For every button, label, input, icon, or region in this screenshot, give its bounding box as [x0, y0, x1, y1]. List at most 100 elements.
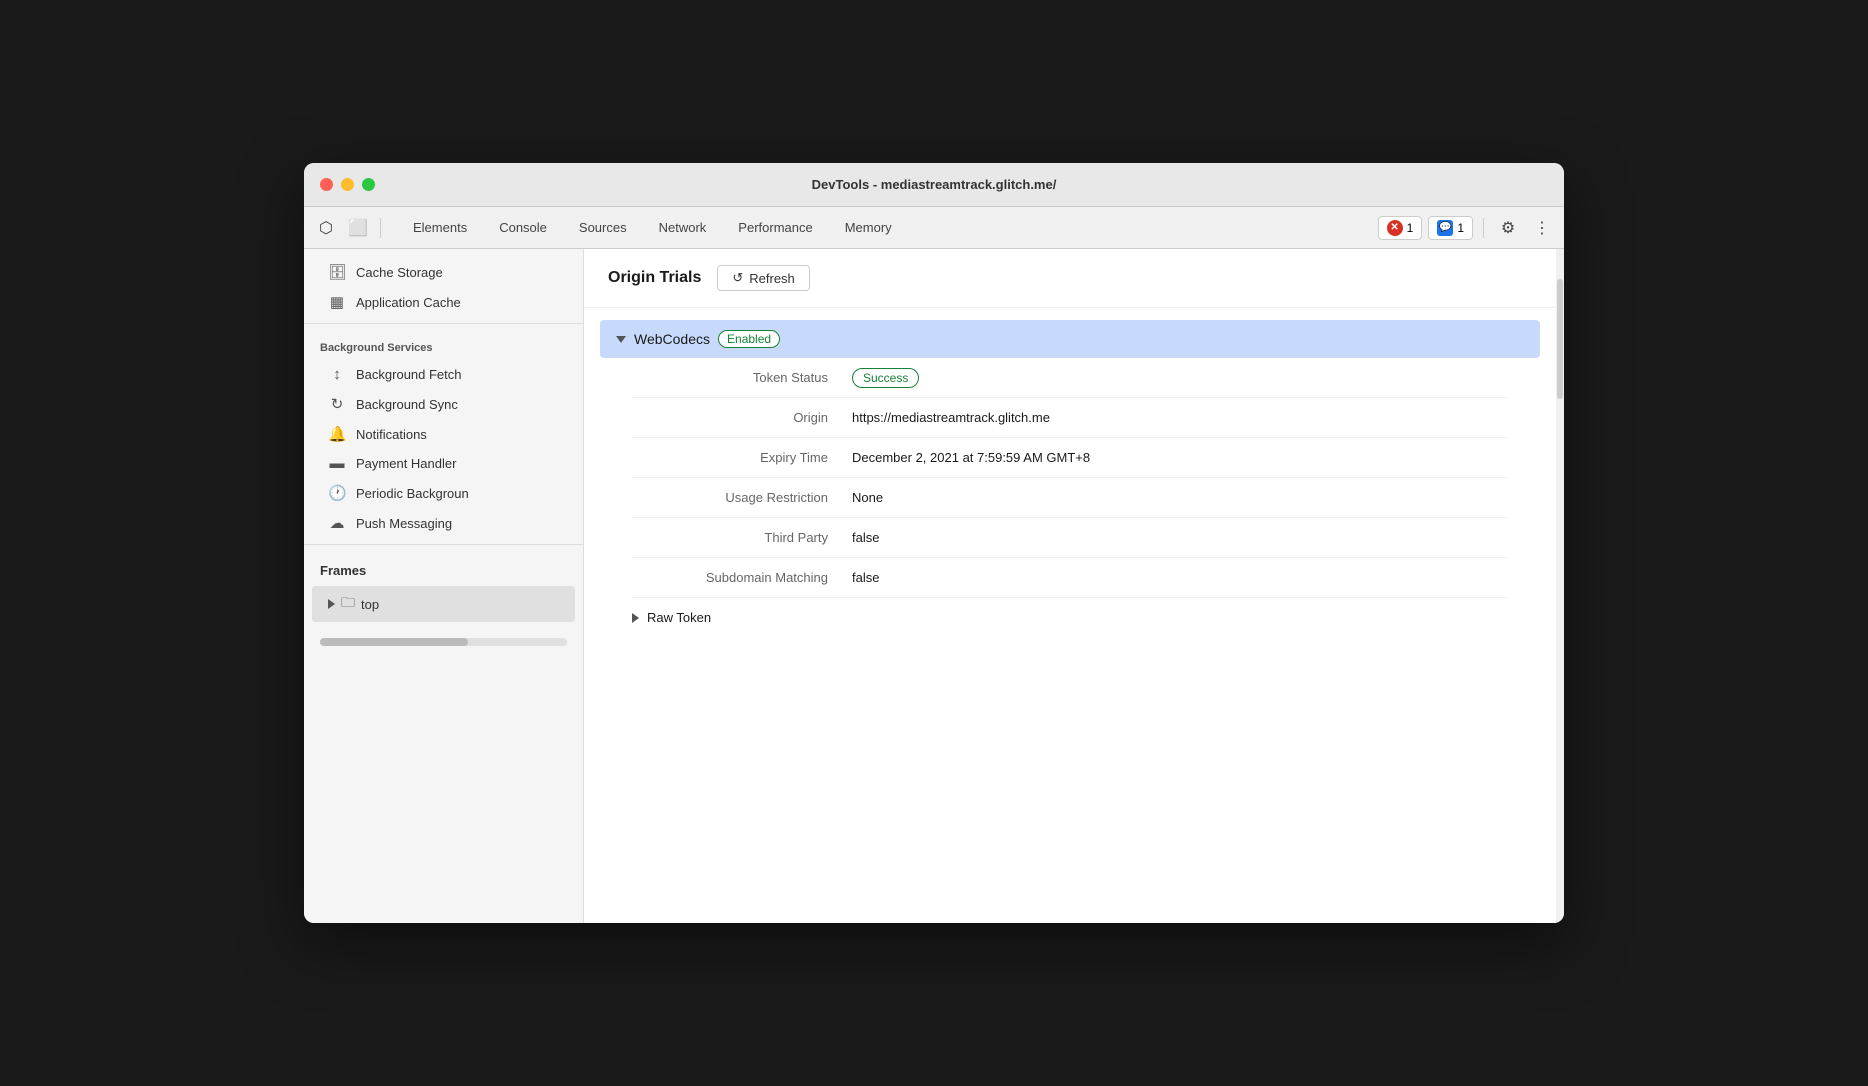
background-services-header: Background Services — [304, 330, 583, 360]
tab-sources[interactable]: Sources — [563, 214, 643, 241]
sidebar-scrollbar[interactable] — [320, 638, 567, 646]
more-icon[interactable]: ⋮ — [1528, 214, 1556, 242]
refresh-label: Refresh — [749, 271, 795, 286]
trial-row[interactable]: WebCodecs Enabled — [600, 320, 1540, 358]
cursor-icon[interactable]: ⬡ — [312, 214, 340, 242]
origin-key: Origin — [632, 410, 852, 425]
subdomain-matching-key: Subdomain Matching — [632, 570, 852, 585]
info-icon: 💬 — [1437, 220, 1453, 236]
sidebar-scrollbar-thumb — [320, 638, 468, 646]
info-count: 1 — [1457, 221, 1464, 235]
sidebar-label-top: top — [361, 597, 379, 612]
raw-token-row[interactable]: Raw Token — [632, 598, 1508, 637]
sidebar-item-notifications[interactable]: 🔔 Notifications — [304, 419, 583, 449]
detail-row-expiry-time: Expiry Time December 2, 2021 at 7:59:59 … — [632, 438, 1508, 478]
settings-icon[interactable]: ⚙ — [1494, 214, 1522, 242]
minimize-button[interactable] — [341, 178, 354, 191]
panel-header: Origin Trials ↺ Refresh — [584, 249, 1556, 308]
traffic-lights — [320, 178, 375, 191]
trial-name: WebCodecs — [634, 331, 710, 347]
detail-row-origin: Origin https://mediastreamtrack.glitch.m… — [632, 398, 1508, 438]
sidebar-label-cache-storage: Cache Storage — [356, 265, 443, 280]
enabled-badge: Enabled — [718, 330, 780, 348]
panel-scrollbar-thumb — [1557, 279, 1563, 399]
third-party-value: false — [852, 530, 879, 545]
error-badge-button[interactable]: ✕ 1 — [1378, 216, 1423, 240]
background-fetch-icon: ↕ — [328, 366, 346, 383]
tab-elements[interactable]: Elements — [397, 214, 483, 241]
detail-row-subdomain-matching: Subdomain Matching false — [632, 558, 1508, 598]
sidebar-item-cache-storage[interactable]: 🗄 Cache Storage — [304, 257, 583, 287]
expiry-time-value: December 2, 2021 at 7:59:59 AM GMT+8 — [852, 450, 1090, 465]
sidebar-item-push-messaging[interactable]: ☁ Push Messaging — [304, 508, 583, 538]
tab-console[interactable]: Console — [483, 214, 563, 241]
success-badge: Success — [852, 368, 919, 388]
sidebar-item-top[interactable]: 🗀 top — [312, 586, 575, 622]
usage-restriction-key: Usage Restriction — [632, 490, 852, 505]
sidebar-divider-2 — [304, 544, 583, 545]
trial-section: WebCodecs Enabled Token Status Success O… — [600, 320, 1540, 653]
refresh-button[interactable]: ↺ Refresh — [717, 265, 809, 291]
subdomain-matching-value: false — [852, 570, 879, 585]
third-party-key: Third Party — [632, 530, 852, 545]
origin-value: https://mediastreamtrack.glitch.me — [852, 410, 1050, 425]
tab-performance[interactable]: Performance — [722, 214, 828, 241]
panel-title: Origin Trials — [608, 269, 701, 287]
sidebar: 🗄 Cache Storage ▦ Application Cache Back… — [304, 249, 584, 923]
toolbar: ⬡ ⬜ Elements Console Sources Network Per… — [304, 207, 1564, 249]
sidebar-item-background-fetch[interactable]: ↕ Background Fetch — [304, 360, 583, 389]
toolbar-tabs: Elements Console Sources Network Perform… — [389, 214, 1374, 241]
close-button[interactable] — [320, 178, 333, 191]
sidebar-label-push-messaging: Push Messaging — [356, 516, 452, 531]
sidebar-item-payment-handler[interactable]: ▬ Payment Handler — [304, 449, 583, 478]
toolbar-divider-1 — [380, 218, 381, 238]
sidebar-divider-1 — [304, 323, 583, 324]
payment-handler-icon: ▬ — [328, 455, 346, 472]
raw-token-expand-icon — [632, 613, 639, 623]
error-icon: ✕ — [1387, 220, 1403, 236]
token-status-key: Token Status — [632, 370, 852, 385]
device-icon[interactable]: ⬜ — [344, 214, 372, 242]
expiry-time-key: Expiry Time — [632, 450, 852, 465]
sidebar-label-background-sync: Background Sync — [356, 397, 458, 412]
sidebar-label-payment-handler: Payment Handler — [356, 456, 456, 471]
sidebar-label-periodic-background: Periodic Backgroun — [356, 486, 469, 501]
expand-icon — [328, 599, 335, 609]
main-panel: Origin Trials ↺ Refresh WebCodecs Enable… — [584, 249, 1556, 923]
application-cache-icon: ▦ — [328, 293, 346, 311]
refresh-icon: ↺ — [732, 270, 743, 286]
tab-network[interactable]: Network — [643, 214, 723, 241]
main-content: 🗄 Cache Storage ▦ Application Cache Back… — [304, 249, 1564, 923]
push-messaging-icon: ☁ — [328, 514, 346, 532]
notifications-icon: 🔔 — [328, 425, 346, 443]
detail-row-third-party: Third Party false — [632, 518, 1508, 558]
usage-restriction-value: None — [852, 490, 883, 505]
raw-token-label: Raw Token — [647, 610, 711, 625]
toolbar-divider-2 — [1483, 218, 1484, 238]
devtools-window: DevTools - mediastreamtrack.glitch.me/ ⬡… — [304, 163, 1564, 923]
detail-table: Token Status Success Origin https://medi… — [600, 358, 1540, 653]
error-count: 1 — [1407, 221, 1414, 235]
sidebar-item-application-cache[interactable]: ▦ Application Cache — [304, 287, 583, 317]
frame-icon: 🗀 — [341, 592, 355, 616]
window-title: DevTools - mediastreamtrack.glitch.me/ — [812, 177, 1057, 192]
sidebar-label-notifications: Notifications — [356, 427, 427, 442]
frames-header: Frames — [304, 551, 583, 584]
background-sync-icon: ↻ — [328, 395, 346, 413]
title-bar: DevTools - mediastreamtrack.glitch.me/ — [304, 163, 1564, 207]
tab-memory[interactable]: Memory — [829, 214, 908, 241]
token-status-value: Success — [852, 370, 919, 385]
periodic-background-icon: 🕐 — [328, 484, 346, 502]
sidebar-item-background-sync[interactable]: ↻ Background Sync — [304, 389, 583, 419]
detail-row-token-status: Token Status Success — [632, 358, 1508, 398]
sidebar-item-periodic-background[interactable]: 🕐 Periodic Backgroun — [304, 478, 583, 508]
maximize-button[interactable] — [362, 178, 375, 191]
sidebar-label-background-fetch: Background Fetch — [356, 367, 462, 382]
detail-row-usage-restriction: Usage Restriction None — [632, 478, 1508, 518]
panel-scrollbar[interactable] — [1556, 249, 1564, 923]
trial-expand-icon — [616, 336, 626, 343]
toolbar-right: ✕ 1 💬 1 ⚙ ⋮ — [1378, 214, 1556, 242]
cache-storage-icon: 🗄 — [328, 263, 346, 281]
sidebar-label-application-cache: Application Cache — [356, 295, 461, 310]
info-badge-button[interactable]: 💬 1 — [1428, 216, 1473, 240]
